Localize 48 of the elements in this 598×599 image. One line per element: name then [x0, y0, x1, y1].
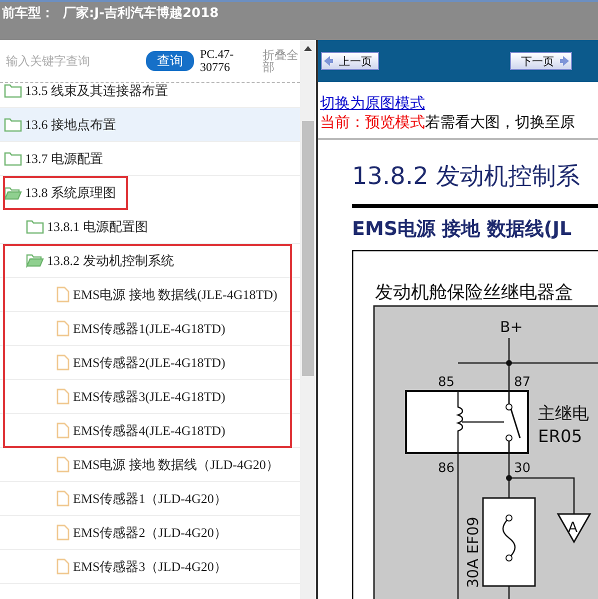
tree-item[interactable]: EMS传感器2（JLD-4G20） [0, 516, 300, 550]
relay-code: ER05 [538, 427, 582, 447]
document-title: 13.8.2 发动机控制系 [352, 161, 581, 192]
tree-item[interactable]: 13.8 系统原理图 [0, 176, 128, 210]
window-title: 前车型： 厂家:J-吉利汽车博越2018 [1, 4, 219, 22]
next-page-button[interactable]: 下一页 [510, 52, 572, 70]
tree-item[interactable]: 13.8.2 发动机控制系统 [0, 244, 300, 278]
document-icon [56, 558, 70, 575]
document-icon [56, 490, 70, 507]
right-arrow-icon [560, 56, 569, 66]
tree-item[interactable]: EMS传感器1(JLE-4G18TD) [0, 312, 300, 346]
previous-page-button[interactable]: 上一页 [321, 52, 379, 70]
mode-hint: 若需看大图，切换至原 [425, 113, 575, 131]
part-code: PC.47-30776 [200, 48, 235, 74]
tree-item[interactable]: 13.7 电源配置 [0, 142, 300, 176]
document-icon [56, 456, 70, 473]
search-button[interactable]: 查询 [146, 51, 194, 71]
mode-label: 当前：预览模式 [320, 113, 425, 131]
tree-item[interactable]: 13.8.1 电源配置图 [0, 210, 300, 244]
tree-item[interactable]: EMS电源 接地 数据线（JLD-4G20） [0, 448, 300, 482]
document-icon [56, 286, 70, 303]
document-icon [56, 422, 70, 439]
switch-mode-link[interactable]: 切换为原图模式 [320, 94, 425, 112]
relay-label: 主继电 [538, 404, 589, 424]
tree-item[interactable]: EMS电源 接地 数据线(JLE-4G18TD) [0, 278, 300, 312]
document-icon [56, 320, 70, 337]
fuse-label: 30A EF09 [464, 516, 482, 588]
connector-label: A [568, 520, 578, 536]
pin-label: 30 [514, 461, 531, 476]
document-icon [56, 524, 70, 541]
connector-symbol [556, 513, 592, 544]
pin-label: 85 [438, 375, 455, 390]
pin-label: 87 [514, 375, 531, 390]
tree-item[interactable]: 13.6 接地点布置 [0, 108, 300, 142]
tree-item[interactable]: EMS传感器3（JLD-4G20） [0, 550, 300, 584]
supply-label: B+ [500, 318, 523, 336]
document-icon [56, 354, 70, 371]
pin-label: 86 [438, 461, 455, 476]
box-title: 发动机舱保险丝继电器盒 [375, 282, 573, 303]
left-arrow-icon [324, 56, 333, 66]
document-icon [56, 388, 70, 405]
document-subtitle: EMS电源 接地 数据线(JL [352, 217, 573, 242]
tree-item[interactable]: EMS传感器3(JLE-4G18TD) [0, 380, 300, 414]
tree-item[interactable]: EMS传感器1（JLD-4G20） [0, 482, 300, 516]
tree-item[interactable]: EMS传感器2(JLE-4G18TD) [0, 346, 300, 380]
scrollbar-thumb[interactable] [302, 121, 314, 376]
scroll-up-icon[interactable] [304, 46, 312, 51]
scrollbar[interactable] [300, 40, 316, 599]
